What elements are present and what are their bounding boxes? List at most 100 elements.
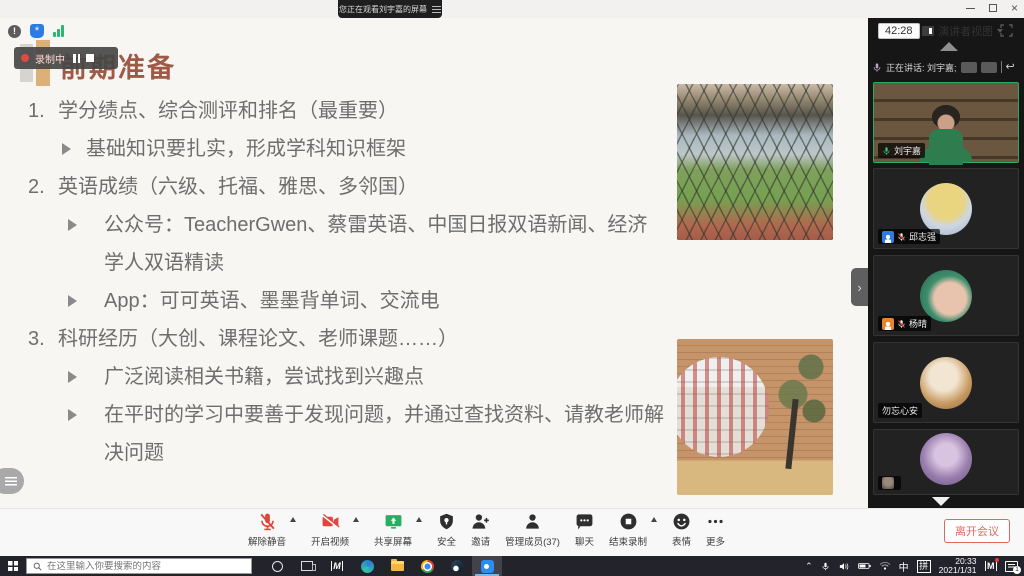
close-icon[interactable]: ×	[1011, 3, 1018, 13]
cortana-icon	[272, 561, 283, 572]
mic-icon	[872, 62, 882, 73]
arrow-bullet-icon	[68, 219, 77, 231]
leave-meeting-button[interactable]: 离开会议	[944, 519, 1010, 543]
im-tray-icon[interactable]: M	[985, 561, 998, 571]
start-video-button[interactable]: 开启视频	[311, 510, 349, 548]
battery-icon[interactable]	[858, 561, 871, 571]
arrow-bullet-icon	[68, 371, 77, 383]
slide-item-6: 3. 科研经历（大创、课程论文、老师课题……）	[28, 320, 678, 358]
minimize-icon[interactable]	[966, 8, 975, 9]
share-screen-button[interactable]: 共享屏幕	[374, 510, 412, 548]
scroll-up-icon[interactable]	[940, 42, 958, 51]
meeting-app-button[interactable]	[472, 556, 502, 576]
item-number: 3.	[28, 320, 58, 358]
tray-expand-icon[interactable]: ⌃	[805, 561, 813, 572]
meeting-app-icon	[481, 560, 494, 573]
unmute-button[interactable]: 解除静音	[248, 510, 286, 548]
chrome-icon	[421, 560, 434, 573]
slide-item-1: 1. 学分绩点、综合测评和排名（最重要）	[28, 92, 678, 130]
edge-icon	[361, 560, 374, 573]
file-explorer-button[interactable]	[382, 556, 412, 576]
more-button[interactable]: 更多	[706, 510, 725, 548]
meeting-status-icons: ! *	[8, 24, 64, 38]
chevron-up-icon[interactable]	[651, 517, 657, 522]
avatar	[920, 357, 972, 409]
task-view-icon	[301, 561, 313, 571]
chevron-up-icon[interactable]	[416, 517, 422, 522]
meeting-timer: 42:28	[878, 23, 920, 39]
pause-recording-icon[interactable]	[73, 54, 80, 63]
maximize-icon[interactable]	[989, 4, 997, 12]
fullscreen-icon[interactable]	[1000, 24, 1013, 42]
cohost-badge-icon	[882, 231, 894, 243]
date: 2021/1/31	[939, 565, 977, 575]
participant-tile[interactable]	[873, 429, 1019, 495]
manage-members-button[interactable]: 管理成员(37)	[505, 510, 560, 548]
security-shield-icon[interactable]: *	[30, 24, 44, 38]
avatar	[920, 183, 972, 235]
clock[interactable]: 20:33 2021/1/31	[939, 557, 977, 575]
chat-icon	[575, 510, 594, 532]
stop-recording-button[interactable]: 结束录制	[609, 510, 647, 548]
system-tray: ⌃ 中 拼 20:33 2021/1/31 M 1	[805, 557, 1024, 575]
speaking-header: 正在讲话: 刘宇嘉; ↩	[872, 57, 1022, 77]
network-signal-icon[interactable]	[53, 25, 64, 37]
slide-item-4: 公众号：TeacherGwen、蔡雷英语、中国日报双语新闻、经济学人双语精读	[28, 206, 678, 282]
chat-button[interactable]: 聊天	[575, 510, 594, 548]
taskbar-search[interactable]	[26, 558, 252, 574]
participant-tile[interactable]: 杨晴	[873, 255, 1019, 336]
chevron-up-icon[interactable]	[353, 517, 359, 522]
participant-name: 邱志强	[909, 230, 936, 243]
stop-recording-icon[interactable]	[86, 54, 94, 62]
avatar	[920, 433, 972, 485]
emoji-button[interactable]: 表情	[672, 510, 691, 548]
participant-tile[interactable]: 勿忘心安	[873, 342, 1019, 423]
windows-logo-icon	[8, 561, 18, 571]
slide-item-3: 2. 英语成绩（六级、托福、雅思、多邻国）	[28, 168, 678, 206]
task-view-button[interactable]	[292, 556, 322, 576]
slide-item-2: 基础知识要扎实，形成学科知识框架	[28, 130, 678, 168]
invite-person-icon	[471, 510, 490, 532]
volume-icon[interactable]	[838, 561, 850, 572]
cortana-button[interactable]	[262, 556, 292, 576]
item-number: 2.	[28, 168, 58, 206]
participant-name: 刘宇嘉	[894, 144, 921, 157]
ime-mode[interactable]: 拼	[917, 560, 931, 573]
chevron-up-icon[interactable]	[290, 517, 296, 522]
screen-share-banner: 您正在观看刘宇嘉的屏幕	[338, 0, 442, 18]
steam-icon	[451, 560, 464, 573]
view-mode-selector[interactable]: 演讲者视图	[922, 23, 1003, 39]
divider	[1001, 61, 1002, 73]
invite-button[interactable]: 邀请	[471, 510, 490, 548]
participant-tile[interactable]: 邱志强	[873, 168, 1019, 249]
shield-icon	[438, 510, 455, 532]
participant-tile-speaker[interactable]: 刘宇嘉	[873, 82, 1019, 163]
mini-avatar	[882, 477, 894, 489]
notification-center-icon[interactable]: 1	[1005, 561, 1018, 572]
arrow-bullet-icon	[62, 143, 71, 155]
stop-record-icon	[619, 510, 638, 532]
im-app-button[interactable]: M	[322, 556, 352, 576]
security-button[interactable]: 安全	[437, 510, 456, 548]
wifi-icon[interactable]	[879, 561, 891, 571]
more-dots-icon	[706, 510, 725, 532]
chrome-button[interactable]	[412, 556, 442, 576]
slide-item-7: 广泛阅读相关书籍，尝试找到兴趣点	[28, 358, 678, 396]
slide-photo-fence	[677, 84, 833, 240]
slide-body: 1. 学分绩点、综合测评和排名（最重要） 基础知识要扎实，形成学科知识框架 2.…	[28, 92, 678, 472]
banner-menu-icon[interactable]	[432, 6, 441, 13]
steam-button[interactable]	[442, 556, 472, 576]
start-button[interactable]	[0, 556, 26, 576]
tray-mic-icon[interactable]	[821, 561, 830, 572]
scroll-down-icon[interactable]	[932, 497, 950, 506]
ime-language[interactable]: 中	[899, 559, 909, 574]
layout-icon	[922, 26, 934, 36]
edge-button[interactable]	[352, 556, 382, 576]
mic-muted-icon	[897, 232, 906, 242]
return-arrow-icon[interactable]: ↩	[1006, 62, 1015, 72]
recording-label: 录制中	[35, 51, 65, 66]
panel-collapse-handle[interactable]: ›	[851, 268, 868, 306]
search-input[interactable]	[47, 561, 237, 572]
blurred-icon	[961, 62, 977, 73]
info-icon[interactable]: !	[8, 25, 21, 38]
